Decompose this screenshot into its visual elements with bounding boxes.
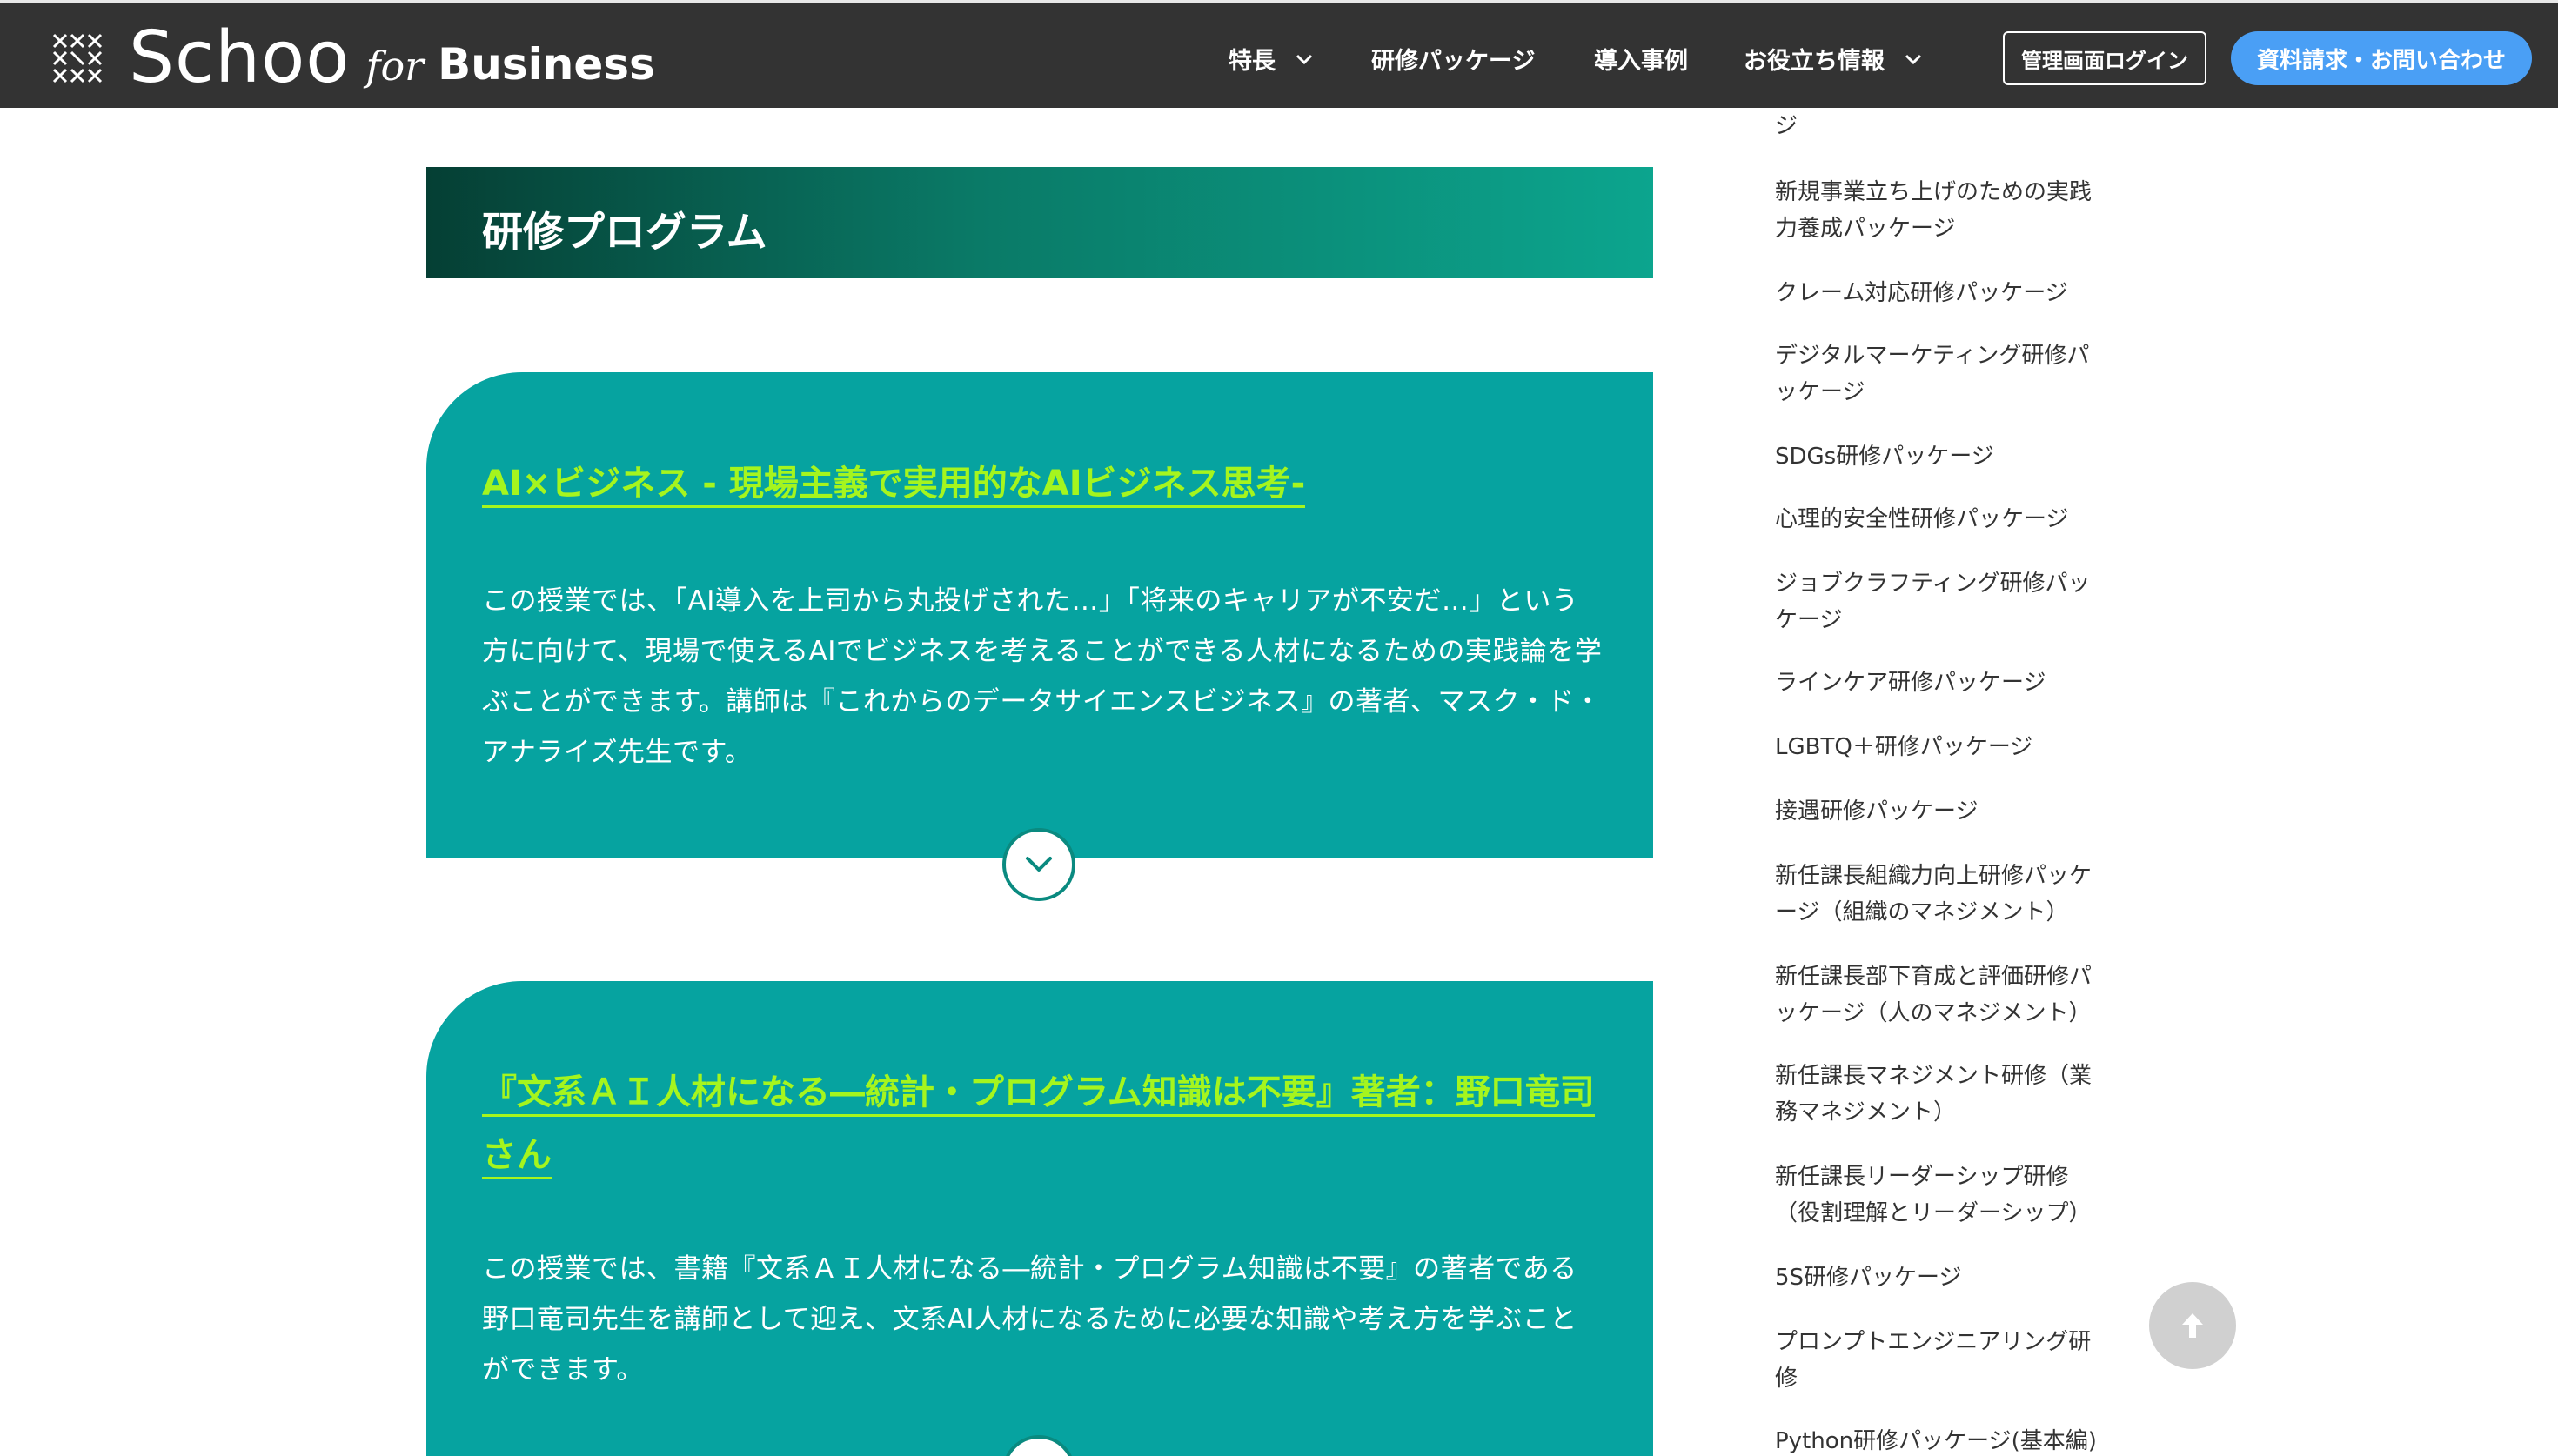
- chevron-down-icon: [1026, 857, 1052, 872]
- chevron-down-icon: [1905, 54, 1922, 64]
- program-title-text: 『文系ＡＩ人材になる―統計・プログラム知識は不要』著者：野口竜司さん: [482, 1072, 1595, 1179]
- logo-business: Business: [438, 39, 655, 90]
- logo-wordmark: Schoo: [129, 17, 351, 99]
- section-title: 研修プログラム: [482, 209, 767, 257]
- sidebar-item[interactable]: 新任課長マネジメント研修（業務マネジメント）: [1775, 1058, 2106, 1131]
- nav-item-cases[interactable]: 導入事例: [1594, 42, 1688, 76]
- sidebar-item[interactable]: ジョブクラフティング研修パッケージ: [1775, 565, 2106, 638]
- sidebar-item[interactable]: LGBTQ＋研修パッケージ: [1775, 729, 2106, 765]
- nav-item-features[interactable]: 特長: [1229, 42, 1314, 76]
- sidebar-item[interactable]: 新任課長組織力向上研修パッケージ（組織のマネジメント）: [1775, 858, 2106, 931]
- sidebar-item[interactable]: Python研修パッケージ(基本編): [1775, 1423, 2106, 1456]
- contact-button[interactable]: 資料請求・お問い合わせ: [2231, 31, 2532, 85]
- logo-for: for: [365, 43, 425, 90]
- sidebar-item[interactable]: ジ: [1775, 108, 2106, 144]
- sidebar-item[interactable]: クレーム対応研修パッケージ: [1775, 275, 2106, 311]
- nav-label: お役立ち情報: [1744, 48, 1885, 75]
- section-title-bar: 研修プログラム: [426, 167, 1653, 278]
- chevron-down-icon: [1296, 54, 1313, 64]
- program-card: 『文系ＡＩ人材になる―統計・プログラム知識は不要』著者：野口竜司さん この授業で…: [426, 981, 1653, 1456]
- program-description: この授業では、「AI導入を上司から丸投げされた…」「将来のキャリアが不安だ…」と…: [482, 585, 1603, 768]
- sidebar-item[interactable]: 新任課長部下育成と評価研修パッケージ（人のマネジメント）: [1775, 958, 2106, 1032]
- schoo-logo-mark-icon: [52, 33, 103, 83]
- scroll-to-top-button[interactable]: [2149, 1282, 2236, 1369]
- site-header: Schoo for Business 特長 研修パッケージ 導入事例 お役立ち情…: [0, 0, 2558, 108]
- sidebar-item[interactable]: 新任課長リーダーシップ研修（役割理解とリーダーシップ）: [1775, 1159, 2106, 1232]
- sidebar-item[interactable]: プロンプトエンジニアリング研修: [1775, 1324, 2106, 1397]
- program-card: AI×ビジネス - 現場主義で実用的なAIビジネス思考- この授業では、「AI導…: [426, 372, 1653, 858]
- program-title-link[interactable]: AI×ビジネス - 現場主義で実用的なAIビジネス思考-: [482, 452, 1604, 515]
- sidebar-item[interactable]: 5S研修パッケージ: [1775, 1259, 2106, 1296]
- nav-label: 研修パッケージ: [1371, 48, 1536, 75]
- expand-button[interactable]: [1002, 828, 1075, 901]
- nav-item-packages[interactable]: 研修パッケージ: [1371, 42, 1535, 76]
- nav-label: 導入事例: [1594, 48, 1688, 75]
- nav-item-resources[interactable]: お役立ち情報: [1744, 42, 1923, 76]
- program-title-text: AI×ビジネス - 現場主義で実用的なAIビジネス思考-: [482, 464, 1306, 508]
- sidebar-item[interactable]: デジタルマーケティング研修パッケージ: [1775, 337, 2106, 411]
- sidebar-item[interactable]: 心理的安全性研修パッケージ: [1775, 501, 2106, 538]
- sidebar-item[interactable]: ラインケア研修パッケージ: [1775, 665, 2106, 701]
- sidebar-item[interactable]: SDGs研修パッケージ: [1775, 438, 2106, 475]
- admin-login-button[interactable]: 管理画面ログイン: [2003, 31, 2206, 85]
- sidebar-item[interactable]: 新規事業立ち上げのための実践力養成パッケージ: [1775, 174, 2106, 247]
- program-description: この授業では、書籍『文系ＡＩ人材になる―統計・プログラム知識は不要』の著者である…: [482, 1253, 1577, 1386]
- arrow-up-icon: [2182, 1313, 2203, 1338]
- page: Schoo for Business 特長 研修パッケージ 導入事例 お役立ち情…: [0, 0, 2558, 1456]
- program-title-link[interactable]: 『文系ＡＩ人材になる―統計・プログラム知識は不要』著者：野口竜司さん: [482, 1061, 1604, 1186]
- site-logo[interactable]: Schoo for Business: [50, 19, 655, 97]
- nav-label: 特長: [1229, 48, 1276, 75]
- sidebar-item[interactable]: 接遇研修パッケージ: [1775, 793, 2106, 830]
